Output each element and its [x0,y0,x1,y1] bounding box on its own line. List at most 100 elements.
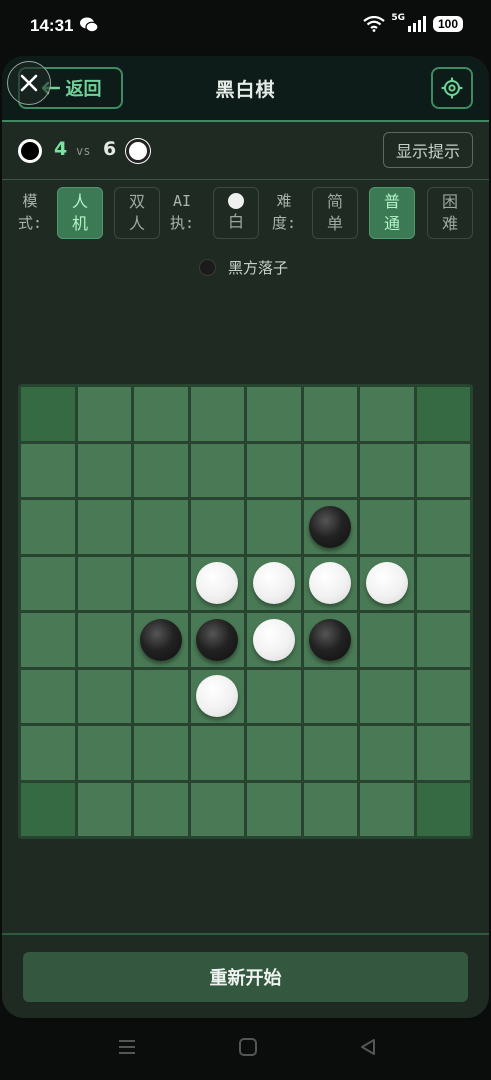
board-cell[interactable] [247,726,301,780]
board-cell[interactable] [190,669,244,723]
battery-icon: 100 [432,16,463,32]
board-cell[interactable] [77,613,131,667]
board-cell[interactable] [360,726,414,780]
restart-button[interactable]: 重新开始 [23,952,468,1002]
board-cell[interactable] [416,613,470,667]
black-piece [139,618,182,661]
white-piece [365,562,408,605]
wifi-icon [363,16,385,32]
gear-icon [441,77,463,99]
board-cell[interactable] [134,726,188,780]
board-cell[interactable] [134,613,188,667]
board-cell[interactable] [303,443,357,497]
status-bar: 14:31 5G 100 [0,0,491,56]
mode-label: 模 式: [17,192,43,232]
board-cell[interactable] [77,726,131,780]
menu-icon[interactable] [117,1038,137,1056]
board-cell[interactable] [190,443,244,497]
black-disc-icon [199,259,216,276]
ai-side-option-white[interactable]: 白 [213,187,259,239]
board-cell[interactable] [247,387,301,441]
board-cell[interactable] [360,387,414,441]
difficulty-option-hard[interactable]: 困 难 [427,187,473,239]
board-cell[interactable] [247,613,301,667]
board-cell[interactable] [303,726,357,780]
board-cell[interactable] [247,500,301,554]
board-cell[interactable] [247,782,301,836]
difficulty-option-easy[interactable]: 简 单 [312,187,358,239]
white-piece [252,562,295,605]
board-cell[interactable] [247,443,301,497]
board-cell[interactable] [303,613,357,667]
board-cell[interactable] [134,443,188,497]
board-cell[interactable] [77,500,131,554]
mode-option-two-player[interactable]: 双 人 [114,187,160,239]
board-cell[interactable] [360,443,414,497]
home-icon[interactable] [238,1038,258,1056]
white-piece [252,618,295,661]
board-cell[interactable] [77,443,131,497]
board-cell[interactable] [247,669,301,723]
ai-side-label: AI 执: [169,192,195,232]
back-triangle-icon[interactable] [358,1038,378,1056]
board-cell[interactable] [77,387,131,441]
board-cell[interactable] [21,500,75,554]
board-cell[interactable] [416,726,470,780]
board-cell[interactable] [134,669,188,723]
board-cell[interactable] [303,387,357,441]
board-cell[interactable] [416,500,470,554]
board-cell[interactable] [21,669,75,723]
board-cell[interactable] [360,669,414,723]
board-cell[interactable] [360,613,414,667]
difficulty-option-normal[interactable]: 普 通 [369,187,415,239]
board-cell[interactable] [247,556,301,610]
board-cell[interactable] [416,782,470,836]
board-cell[interactable] [21,613,75,667]
board-cell[interactable] [416,387,470,441]
show-hints-button[interactable]: 显示提示 [383,132,473,168]
board-cell[interactable] [190,387,244,441]
board-cell[interactable] [21,387,75,441]
board-cell[interactable] [303,782,357,836]
board-cell[interactable] [360,556,414,610]
board-cell[interactable] [21,782,75,836]
board-cell[interactable] [77,556,131,610]
system-nav-bar [0,1018,491,1080]
black-score: 4 [54,138,68,160]
board-cell[interactable] [21,443,75,497]
page-title: 黑白棋 [215,79,276,101]
board-cell[interactable] [416,556,470,610]
network-label: 5G [391,13,405,23]
vs-label: vs [76,144,91,158]
board-cell[interactable] [21,726,75,780]
board-cell[interactable] [190,556,244,610]
board-cell[interactable] [77,782,131,836]
board-cell[interactable] [190,782,244,836]
board-cell[interactable] [303,500,357,554]
black-disc-icon [18,139,42,163]
board-cell[interactable] [303,669,357,723]
board-cell[interactable] [190,500,244,554]
white-disc-icon [228,193,244,209]
board-cell[interactable] [134,387,188,441]
signal-icon [407,16,426,32]
black-piece [309,505,352,548]
board-cell[interactable] [416,669,470,723]
board-cell[interactable] [134,500,188,554]
board-cell[interactable] [303,556,357,610]
status-time: 14:31 [30,16,74,35]
board-cell[interactable] [360,500,414,554]
board-cell[interactable] [360,782,414,836]
board-cell[interactable] [190,726,244,780]
mode-option-vs-ai[interactable]: 人 机 [57,187,103,239]
board-cell[interactable] [134,556,188,610]
board-cell[interactable] [416,443,470,497]
app-window: 返回 黑白棋 4 vs 6 显示提示 模 式: 人 机 双 人 AI 执: 白 … [2,56,489,1018]
board-cell[interactable] [134,782,188,836]
board-cell[interactable] [21,556,75,610]
settings-button[interactable] [431,67,473,109]
options-row: 模 式: 人 机 双 人 AI 执: 白 难 度: 简 单 普 通 困 难 [2,180,489,246]
board-cell[interactable] [77,669,131,723]
divider [2,933,489,935]
board-cell[interactable] [190,613,244,667]
